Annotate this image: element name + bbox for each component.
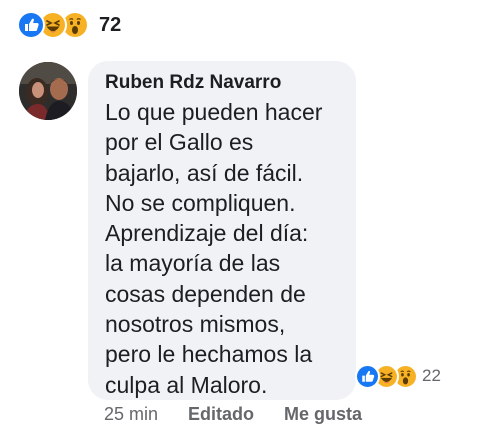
comment-author[interactable]: Ruben Rdz Navarro xyxy=(105,72,339,94)
comment-line: cosas dependen de xyxy=(105,280,306,307)
like-icon xyxy=(17,11,45,39)
comment-line: Lo que pueden hacer xyxy=(105,99,323,125)
comment-line: pero le hechamos la xyxy=(105,341,313,368)
like-icon xyxy=(355,363,380,389)
comment-text: Lo que pueden hacer por el Gallo es baja… xyxy=(105,97,339,400)
comment-reactions-count: 22 xyxy=(422,366,441,385)
comment-line: Aprendizaje del día: xyxy=(105,220,309,247)
comment-line: bajarlo, así de fácil. xyxy=(105,159,304,186)
comment-bubble: Ruben Rdz Navarro Lo que pueden hacer po… xyxy=(88,61,356,400)
comment-line: por el Gallo es xyxy=(105,129,254,156)
comment-line: No se compliquen. xyxy=(105,189,296,216)
comment-line: culpa al Maloro. xyxy=(105,371,268,398)
comment-line: nosotros mismos, xyxy=(105,311,286,338)
profile-photo xyxy=(19,62,77,120)
comment-line: la mayoría de las xyxy=(105,250,281,277)
reactions-count: 72 xyxy=(99,13,122,36)
comment-reactions[interactable]: 22 xyxy=(355,362,445,390)
reactions-summary[interactable]: 72 xyxy=(17,10,121,40)
avatar[interactable] xyxy=(19,62,77,120)
